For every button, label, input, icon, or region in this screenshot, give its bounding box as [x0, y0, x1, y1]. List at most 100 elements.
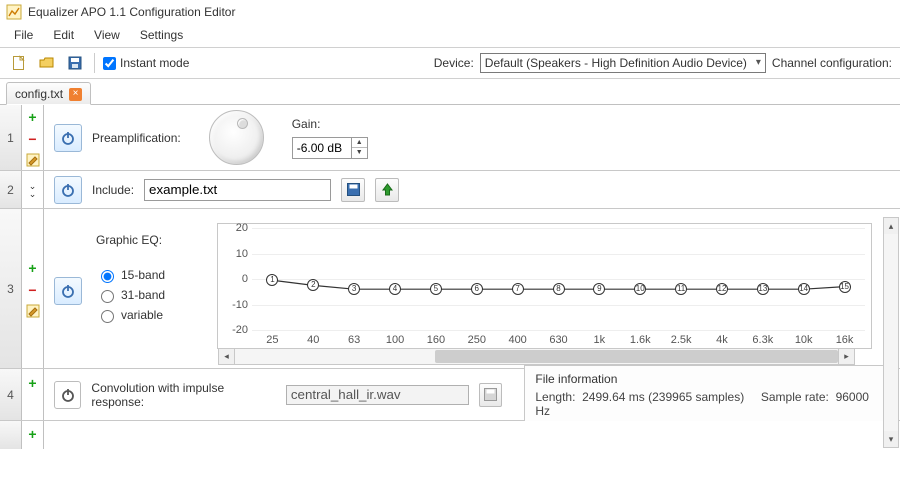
power-icon — [60, 283, 76, 299]
file-info-panel: File information Length: 2499.64 ms (239… — [524, 365, 890, 425]
remove-filter-button[interactable]: − — [28, 282, 36, 298]
channel-config-label: Channel configuration: — [772, 56, 892, 70]
gain-knob[interactable] — [209, 110, 264, 165]
instant-mode-checkbox[interactable]: Instant mode — [103, 56, 189, 70]
preamp-label: Preamplification: — [92, 131, 181, 145]
app-icon — [6, 4, 22, 20]
x-tick: 1.6k — [630, 334, 651, 346]
eq-band-handle[interactable]: 13 — [757, 283, 769, 295]
eq-band-handle[interactable]: 8 — [553, 283, 565, 295]
add-filter-button[interactable]: + — [28, 375, 36, 391]
eq-band-handle[interactable]: 11 — [675, 283, 687, 295]
eq-graph[interactable]: ◂ ▸ 20100-10-202540631001602504006301k1.… — [217, 223, 872, 349]
save-button[interactable] — [64, 52, 86, 74]
expand-down-icon-2[interactable]: ⌄ — [29, 191, 37, 197]
eq-band-handle[interactable]: 12 — [716, 283, 728, 295]
window-title: Equalizer APO 1.1 Configuration Editor — [28, 0, 235, 25]
radio-31band[interactable]: 31-band — [96, 287, 165, 303]
add-filter-button[interactable]: + — [28, 426, 36, 442]
eq-band-handle[interactable]: 9 — [593, 283, 605, 295]
menu-bar: File Edit View Settings — [0, 25, 900, 47]
add-filter-button[interactable]: + — [28, 109, 36, 125]
scroll-down-button[interactable]: ▾ — [884, 431, 898, 447]
new-file-icon — [11, 55, 27, 71]
add-filter-button[interactable]: + — [28, 260, 36, 276]
eq-band-handle[interactable]: 1 — [266, 274, 278, 286]
pencil-icon — [26, 153, 40, 167]
row-number-tail — [0, 421, 22, 449]
x-tick: 6.3k — [752, 334, 773, 346]
x-tick: 63 — [348, 334, 360, 346]
remove-filter-button[interactable]: − — [28, 131, 36, 147]
menu-view[interactable]: View — [84, 25, 130, 47]
browse-ir-button[interactable] — [479, 383, 503, 407]
open-include-button[interactable] — [375, 178, 399, 202]
toolbar: Instant mode Device: Default (Speakers -… — [0, 47, 900, 79]
gain-spin-up[interactable]: ▲ — [352, 138, 367, 149]
eq-band-handle[interactable]: 15 — [839, 281, 851, 293]
gain-input[interactable] — [293, 138, 351, 158]
arrow-up-icon — [380, 182, 395, 197]
graphic-eq-label: Graphic EQ: — [96, 233, 162, 247]
new-button[interactable] — [8, 52, 30, 74]
device-combo[interactable]: Default (Speakers - High Definition Audi… — [480, 53, 766, 73]
graph-h-scrollbar[interactable]: ◂ ▸ — [218, 349, 855, 365]
convolution-label: Convolution with impulse response: — [91, 381, 275, 409]
radio-15band[interactable]: 15-band — [96, 267, 165, 283]
x-tick: 160 — [427, 334, 445, 346]
x-tick: 16k — [836, 334, 854, 346]
power-toggle[interactable] — [54, 277, 82, 305]
include-input[interactable] — [144, 179, 331, 201]
y-tick: 10 — [222, 248, 248, 260]
x-tick: 2.5k — [671, 334, 692, 346]
y-tick: -10 — [222, 299, 248, 311]
eq-band-handle[interactable]: 10 — [634, 283, 646, 295]
tab-config[interactable]: config.txt × — [6, 82, 91, 105]
eq-band-handle[interactable]: 3 — [348, 283, 360, 295]
y-tick: -20 — [222, 324, 248, 336]
device-label: Device: — [434, 56, 474, 70]
x-tick: 10k — [795, 334, 813, 346]
power-toggle-off[interactable] — [54, 381, 81, 409]
row-number-2: 2 — [0, 171, 22, 208]
content-v-scrollbar[interactable]: ▴ ▾ — [883, 217, 899, 448]
open-button[interactable] — [36, 52, 58, 74]
expand-down-icon[interactable]: ⌄ — [29, 183, 37, 189]
tab-label: config.txt — [15, 87, 63, 101]
instant-mode-input[interactable] — [103, 57, 116, 70]
eq-band-handle[interactable]: 6 — [471, 283, 483, 295]
gain-spinbox[interactable]: ▲▼ — [292, 137, 368, 159]
eq-band-handle[interactable]: 5 — [430, 283, 442, 295]
scroll-up-button[interactable]: ▴ — [884, 218, 898, 234]
length-label: Length: — [535, 390, 575, 404]
x-tick: 40 — [307, 334, 319, 346]
x-tick: 25 — [266, 334, 278, 346]
file-info-header: File information — [535, 372, 879, 386]
tab-close-icon[interactable]: × — [69, 88, 82, 101]
eq-band-handle[interactable]: 2 — [307, 279, 319, 291]
eq-band-handle[interactable]: 14 — [798, 283, 810, 295]
gain-spin-down[interactable]: ▼ — [352, 148, 367, 158]
ir-file-input[interactable] — [286, 385, 469, 405]
scroll-right-button[interactable]: ▸ — [838, 349, 854, 364]
instant-mode-label: Instant mode — [120, 56, 189, 70]
eq-band-handle[interactable]: 7 — [512, 283, 524, 295]
pencil-icon — [26, 304, 40, 318]
power-toggle[interactable] — [54, 176, 82, 204]
radio-variable[interactable]: variable — [96, 307, 165, 323]
menu-edit[interactable]: Edit — [43, 25, 84, 47]
eq-band-handle[interactable]: 4 — [389, 283, 401, 295]
save-icon — [67, 55, 83, 71]
edit-filter-button[interactable] — [26, 304, 40, 318]
x-tick: 250 — [468, 334, 486, 346]
menu-file[interactable]: File — [4, 25, 43, 47]
row-number-4: 4 — [0, 369, 22, 420]
edit-filter-button[interactable] — [26, 153, 40, 167]
menu-settings[interactable]: Settings — [130, 25, 193, 47]
save-include-button[interactable] — [341, 178, 365, 202]
scroll-left-button[interactable]: ◂ — [219, 349, 235, 364]
x-tick: 4k — [716, 334, 728, 346]
gain-label: Gain: — [292, 117, 368, 131]
power-icon — [60, 387, 76, 403]
power-toggle[interactable] — [54, 124, 82, 152]
